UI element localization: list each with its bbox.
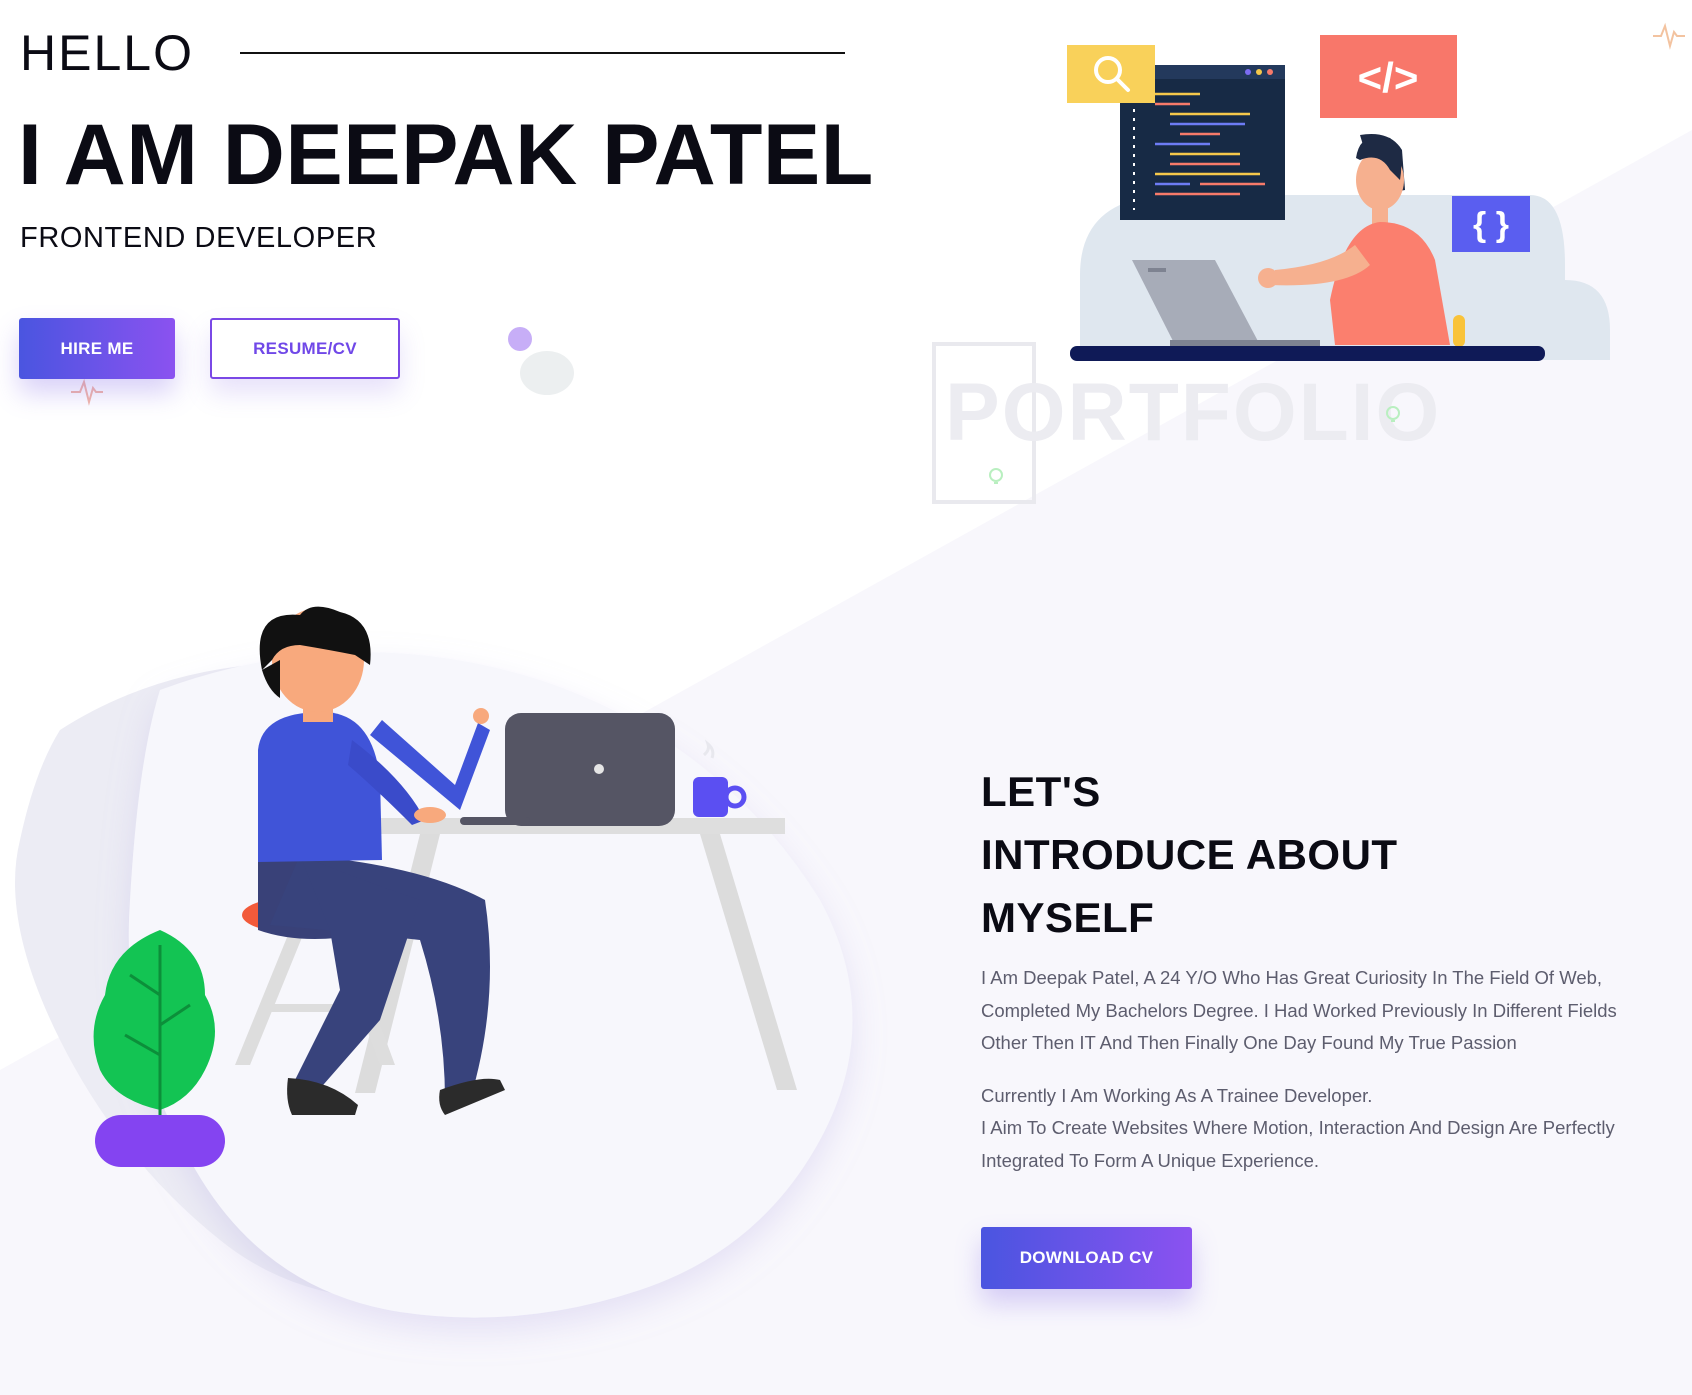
download-cv-button[interactable]: DOWNLOAD CV [981,1227,1192,1289]
greeting-row: HELLO [20,28,845,78]
greeting-divider [239,52,845,54]
about-aim: I Aim To Create Websites Where Motion, I… [981,1117,1615,1171]
hire-me-button[interactable]: HIRE ME [19,318,175,379]
portfolio-watermark: PORTFOLIO [945,367,1442,458]
about-description: I Am Deepak Patel, A 24 Y/O Who Has Grea… [981,962,1641,1197]
resume-cv-button[interactable]: RESUME/CV [210,318,400,379]
braces-icon: { } [1473,206,1509,244]
greeting-text: HELLO [20,25,194,81]
lightbulb-icon [989,468,1003,484]
about-current-role: Currently I Am Working As A Trainee Deve… [981,1084,1373,1106]
hero-role: FRONTEND DEVELOPER [20,222,378,254]
hero-developer-illustration: </> { } [1067,35,1610,361]
about-paragraph: I Am Deepak Patel, A 24 Y/O Who Has Grea… [981,967,1617,1053]
about-title-line: INTRODUCE ABOUT [981,831,1398,878]
hero-name: I AM DEEPAK PATEL [18,107,874,203]
lightbulb-icon [1386,406,1400,422]
about-desk-illustration [15,606,853,1318]
about-title: LET'S INTRODUCE ABOUT MYSELF [981,760,1398,949]
about-paragraph: Currently I Am Working As A Trainee Deve… [981,1080,1641,1178]
about-title-line: MYSELF [981,894,1155,941]
decor-dots [508,327,574,395]
code-icon: </> [1358,54,1419,101]
pulse-icon [71,378,103,406]
about-title-line: LET'S [981,768,1101,815]
pulse-icon [1653,22,1685,50]
